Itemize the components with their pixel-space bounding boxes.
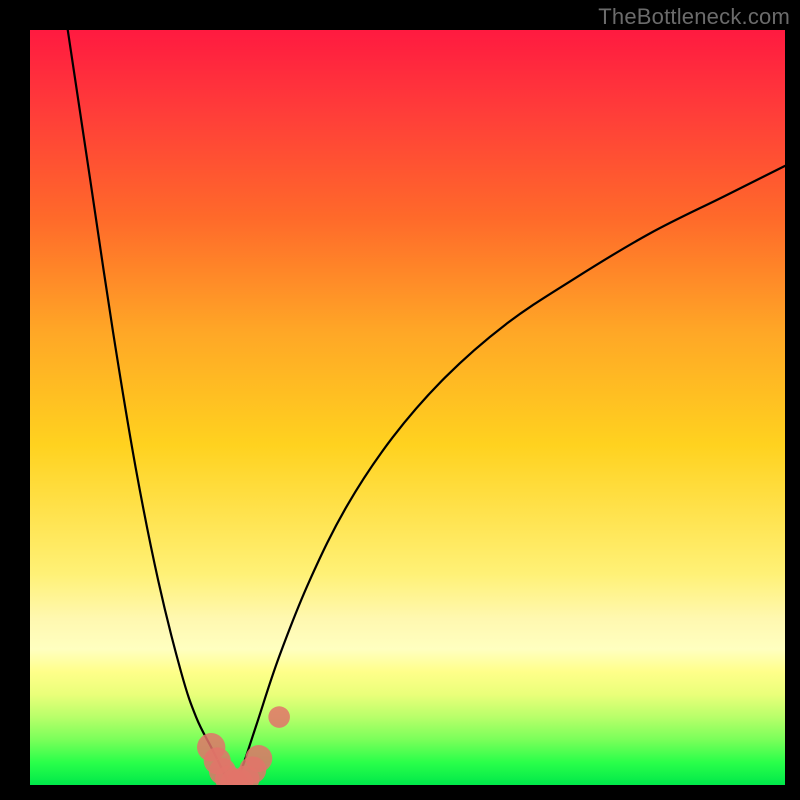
curve-left-branch [68, 30, 234, 785]
plot-area [30, 30, 785, 785]
chart-container: TheBottleneck.com [0, 0, 800, 800]
watermark-text: TheBottleneck.com [598, 4, 790, 30]
curve-right-branch [234, 166, 785, 785]
marker-point [245, 745, 272, 772]
series-left-branch [68, 30, 234, 785]
series-right-branch [234, 166, 785, 785]
highlight-markers [197, 706, 290, 785]
curves-svg [30, 30, 785, 785]
marker-point [268, 706, 290, 728]
